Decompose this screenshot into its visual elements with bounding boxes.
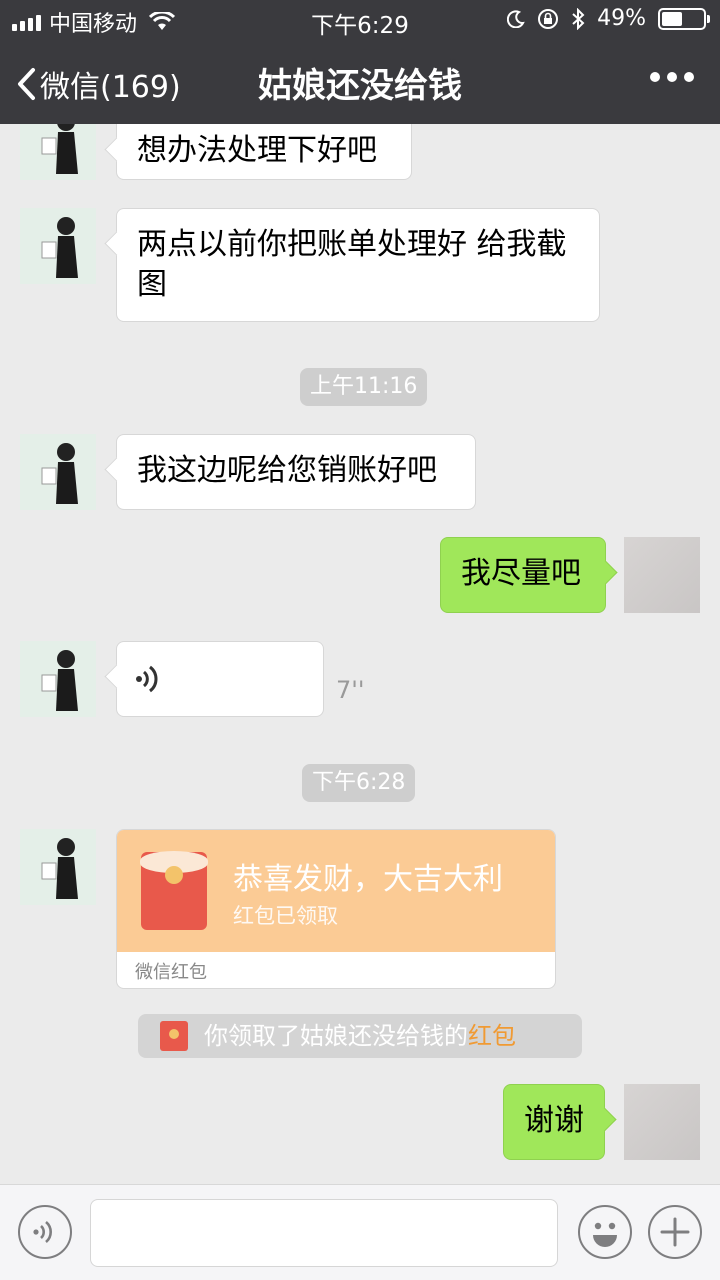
- message-bubble[interactable]: 两点以前你把账单处理好 给我截 图: [116, 208, 600, 322]
- red-envelope-icon: [140, 851, 208, 930]
- battery-icon: [658, 7, 710, 30]
- avatar[interactable]: [20, 641, 96, 717]
- chat-title: 姑娘还没给钱: [258, 66, 462, 106]
- voice-duration: 7'': [336, 676, 365, 704]
- message-text: 我这边呢给您销账好吧: [137, 453, 437, 488]
- red-packet-link[interactable]: 红包: [468, 1022, 516, 1050]
- more-functions-button[interactable]: [648, 1205, 702, 1259]
- status-right: 49%: [507, 6, 710, 31]
- avatar[interactable]: [20, 434, 96, 510]
- moon-icon: [507, 9, 525, 28]
- my-avatar[interactable]: [624, 1084, 700, 1160]
- my-message-bubble[interactable]: 我尽量吧: [440, 537, 606, 613]
- bluetooth-icon: [572, 7, 585, 30]
- notice-prefix: 你领取了姑娘还没给钱的: [204, 1022, 468, 1050]
- message-text: 想办法处理下好吧: [137, 133, 377, 168]
- red-packet-card[interactable]: 恭喜发财，大吉大利 红包已领取 微信红包: [116, 829, 556, 989]
- timestamp: 下午6:28: [302, 764, 416, 802]
- voice-wave-icon: [136, 665, 158, 693]
- smiley-icon: [593, 1222, 617, 1247]
- navigation-bar: 微信(169) 姑娘还没给钱: [0, 44, 720, 120]
- message-bubble[interactable]: 我这边呢给您销账好吧: [116, 434, 476, 510]
- message-text-line: 两点以前你把账单处理好 给我截: [137, 227, 567, 262]
- system-notice: 你领取了姑娘还没给钱的红包: [138, 1014, 582, 1058]
- rotation-lock-icon: [538, 8, 559, 29]
- message-bubble[interactable]: 想办法处理下好吧: [116, 124, 412, 180]
- avatar[interactable]: [20, 208, 96, 284]
- plus-icon: [660, 1217, 690, 1247]
- red-packet-footer: 微信红包: [135, 962, 207, 983]
- red-envelope-icon: [160, 1021, 188, 1051]
- message-input[interactable]: [90, 1199, 558, 1267]
- chat-area[interactable]: 想办法处理下好吧 两点以前你把账单处理好 给我截 图 上午11:16 我这边呢给…: [0, 124, 720, 1184]
- red-packet-status: 红包已领取: [233, 904, 338, 928]
- notice-text: 你领取了姑娘还没给钱的红包: [204, 1014, 516, 1058]
- message-text: 谢谢: [524, 1103, 584, 1138]
- top-bar: 中国移动 下午6:29 49% 微信(169) 姑娘还没给钱: [0, 0, 720, 124]
- voice-wave-icon: [33, 1221, 52, 1243]
- input-bar: [0, 1184, 720, 1280]
- voice-input-button[interactable]: [18, 1205, 72, 1259]
- status-bar: 中国移动 下午6:29 49%: [0, 0, 720, 40]
- timestamp: 上午11:16: [300, 368, 428, 406]
- voice-message-bubble[interactable]: [116, 641, 324, 717]
- battery-percent: 49%: [597, 6, 646, 31]
- avatar[interactable]: [20, 829, 96, 905]
- message-text: 我尽量吧: [461, 556, 581, 591]
- my-avatar[interactable]: [624, 537, 700, 613]
- more-options-button[interactable]: [650, 72, 694, 82]
- emoji-button[interactable]: [578, 1205, 632, 1259]
- message-text-line: 图: [137, 267, 167, 302]
- my-message-bubble[interactable]: 谢谢: [503, 1084, 605, 1160]
- red-packet-body: 恭喜发财，大吉大利 红包已领取: [117, 830, 555, 952]
- red-packet-title: 恭喜发财，大吉大利: [233, 862, 503, 897]
- avatar[interactable]: [20, 124, 96, 180]
